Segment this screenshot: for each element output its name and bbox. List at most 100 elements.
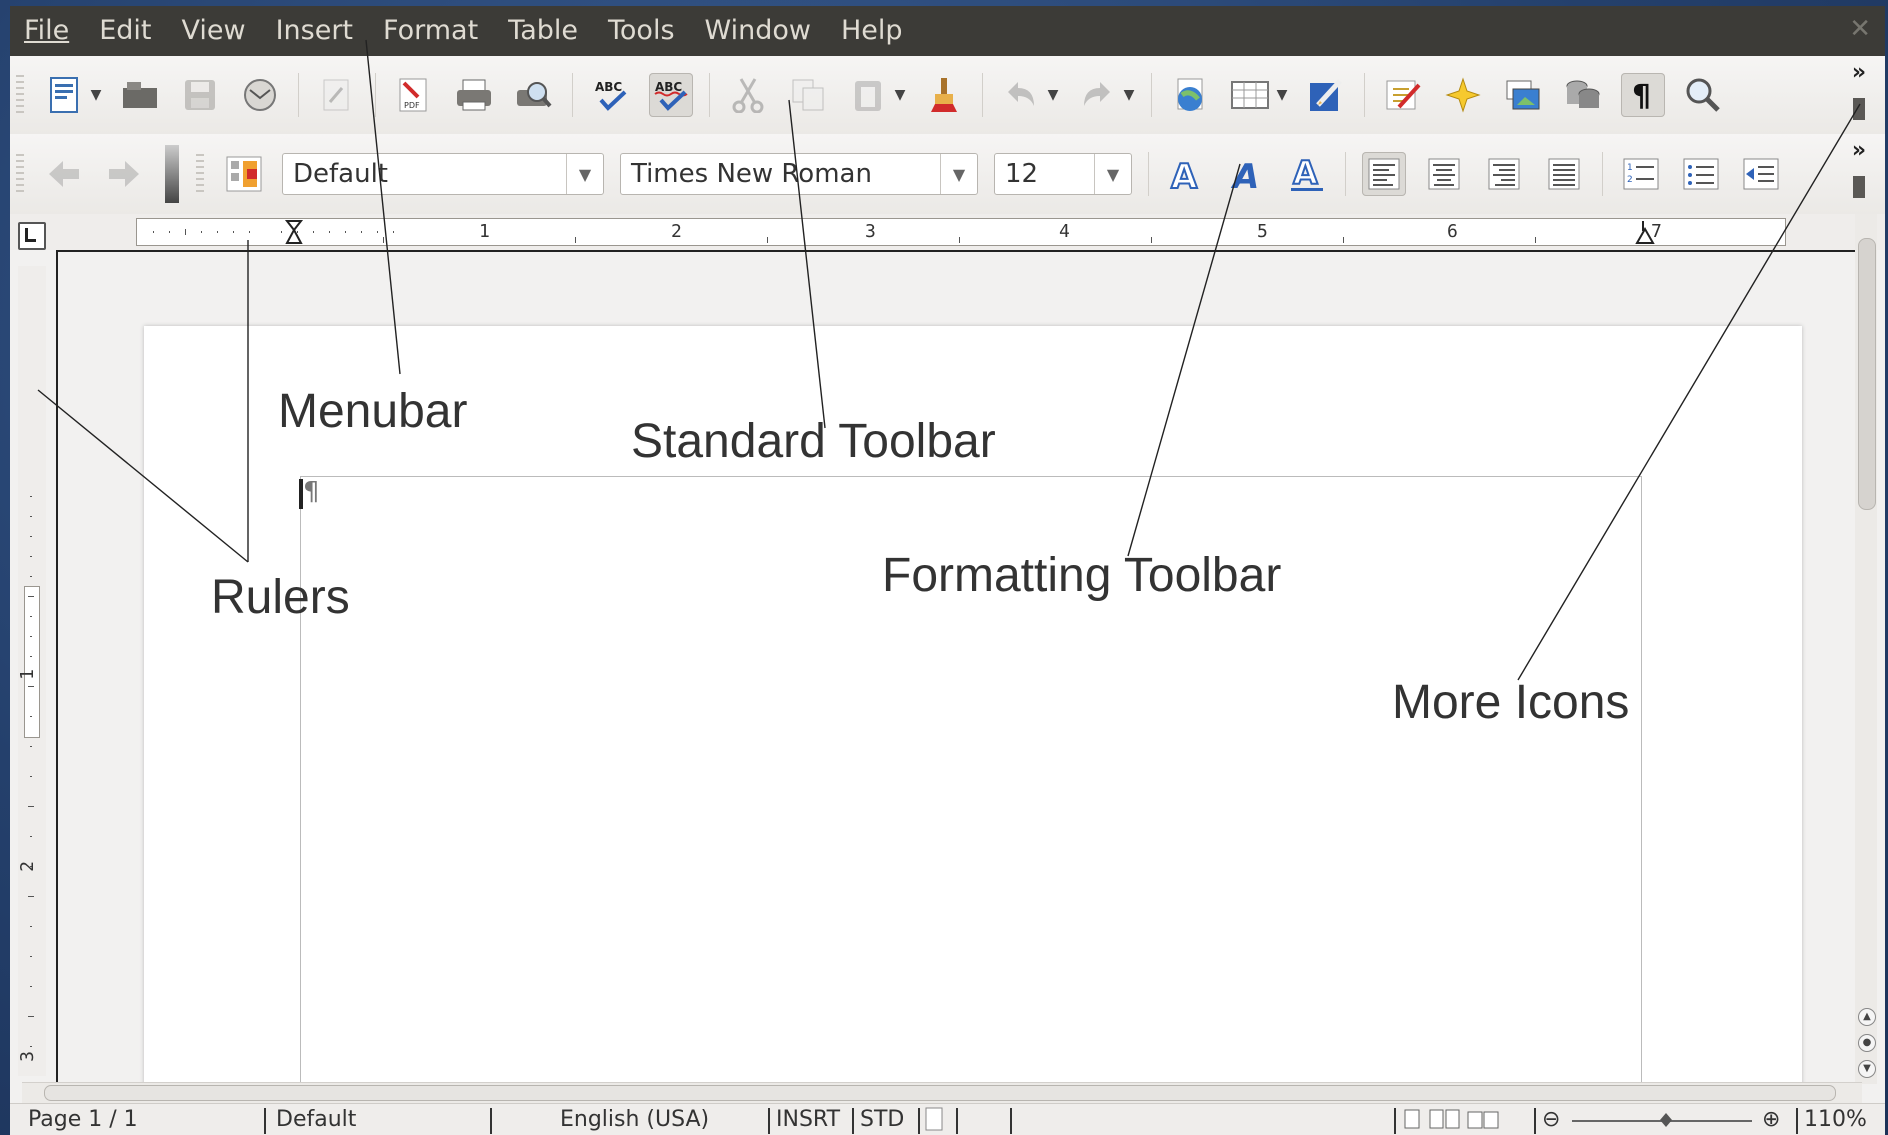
zoom-in-icon[interactable]: ⊕ xyxy=(1762,1107,1780,1132)
table-dropdown-arrow[interactable]: ▼ xyxy=(1274,87,1290,103)
autospellcheck-icon[interactable]: ABC xyxy=(649,73,693,117)
svg-text:A: A xyxy=(1171,157,1198,192)
export-pdf-icon[interactable]: PDF xyxy=(392,73,436,117)
insert-mode[interactable]: INSRT xyxy=(776,1107,840,1132)
italic-icon[interactable]: A xyxy=(1225,152,1269,196)
clone-formatting-icon[interactable] xyxy=(922,73,966,117)
next-page-icon[interactable]: ▼ xyxy=(1858,1060,1876,1078)
formatting-toolbar-more-icons[interactable]: » xyxy=(1849,140,1869,204)
new-document-icon[interactable] xyxy=(42,73,86,117)
menu-window[interactable]: Window xyxy=(690,6,826,56)
justify-icon[interactable] xyxy=(1542,152,1586,196)
bullets-icon[interactable] xyxy=(1679,152,1723,196)
close-document-icon[interactable]: ✕ xyxy=(1849,14,1871,44)
spellcheck-icon[interactable]: ABC xyxy=(589,73,633,117)
standard-toolbar-more-icons[interactable]: » xyxy=(1849,62,1869,126)
font-name-select[interactable]: Times New Roman ▼ xyxy=(620,153,978,195)
status-separator xyxy=(490,1108,492,1134)
ruler-number: 3 xyxy=(865,221,876,242)
menu-file[interactable]: File xyxy=(10,6,84,56)
vertical-ruler[interactable]: 1 2 3 xyxy=(17,266,46,1076)
toolbar-separator xyxy=(298,73,299,117)
chevron-down-icon[interactable]: ▼ xyxy=(940,154,977,194)
edit-file-icon[interactable] xyxy=(315,73,359,117)
ruler-number: 7 xyxy=(1651,221,1662,242)
horizontal-ruler[interactable]: 1 2 3 4 5 6 7 xyxy=(10,214,1885,250)
annotation-more-icons: More Icons xyxy=(1392,676,1630,729)
show-draw-functions-icon[interactable] xyxy=(1381,73,1425,117)
book-view-icon[interactable] xyxy=(1466,1106,1500,1135)
page-style[interactable]: Default xyxy=(276,1107,356,1132)
vertical-scroll-thumb[interactable] xyxy=(1858,238,1876,510)
single-page-view-icon[interactable] xyxy=(1402,1106,1422,1135)
navigation-icon[interactable]: ● xyxy=(1858,1034,1876,1052)
underline-icon[interactable]: A xyxy=(1285,152,1329,196)
formatting-marks-icon[interactable]: ¶ xyxy=(1621,73,1665,117)
menu-insert[interactable]: Insert xyxy=(261,6,368,56)
redo-icon[interactable] xyxy=(1075,73,1119,117)
numbering-icon[interactable]: 12 xyxy=(1619,152,1663,196)
menu-view[interactable]: View xyxy=(166,6,260,56)
toolbar-grip[interactable] xyxy=(16,154,24,194)
next-paragraph-icon[interactable] xyxy=(102,152,146,196)
draw-functions-icon[interactable] xyxy=(1304,73,1348,117)
font-size-select[interactable]: 12 ▼ xyxy=(994,153,1132,195)
navigator-icon[interactable] xyxy=(1441,73,1485,117)
paste-icon[interactable] xyxy=(846,73,890,117)
menu-help[interactable]: Help xyxy=(826,6,918,56)
undo-icon[interactable] xyxy=(999,73,1043,117)
paragraph-style-select[interactable]: Default ▼ xyxy=(282,153,604,195)
open-icon[interactable] xyxy=(118,73,162,117)
menu-tools[interactable]: Tools xyxy=(593,6,690,56)
previous-paragraph-icon[interactable] xyxy=(42,152,86,196)
menu-format[interactable]: Format xyxy=(368,6,493,56)
page-indicator[interactable]: Page 1 / 1 xyxy=(28,1107,138,1132)
tab-stop-selector-icon[interactable] xyxy=(18,222,46,250)
print-preview-icon[interactable] xyxy=(512,73,556,117)
paste-dropdown-arrow[interactable]: ▼ xyxy=(892,87,908,103)
data-sources-icon[interactable] xyxy=(1561,73,1605,117)
copy-icon[interactable] xyxy=(786,73,830,117)
toolbar-grip[interactable] xyxy=(196,154,204,194)
chevron-down-icon[interactable]: ▼ xyxy=(1094,154,1131,194)
document-area[interactable]: ¶ xyxy=(56,250,1858,1097)
toolbar-grip[interactable] xyxy=(16,75,24,115)
selection-mode[interactable]: STD xyxy=(860,1107,904,1132)
undo-dropdown-arrow[interactable]: ▼ xyxy=(1045,87,1061,103)
chevron-down-icon[interactable]: ▼ xyxy=(566,154,603,194)
decrease-indent-icon[interactable] xyxy=(1739,152,1783,196)
zoom-out-icon[interactable]: ⊖ xyxy=(1542,1107,1560,1132)
align-left-icon[interactable] xyxy=(1362,152,1406,196)
svg-text:A: A xyxy=(1230,157,1259,192)
hyperlink-icon[interactable] xyxy=(1168,73,1212,117)
save-icon[interactable] xyxy=(178,73,222,117)
paragraph-style-indicator[interactable] xyxy=(162,145,182,203)
toolbar-separator xyxy=(1151,73,1152,117)
annotation-formatting-toolbar: Formatting Toolbar xyxy=(882,549,1282,602)
zoom-icon[interactable] xyxy=(1681,73,1725,117)
ruler-strip[interactable]: 1 2 3 4 5 6 7 xyxy=(136,218,1786,246)
cut-icon[interactable] xyxy=(726,73,770,117)
table-icon[interactable] xyxy=(1228,73,1272,117)
language-indicator[interactable]: English (USA) xyxy=(560,1107,709,1132)
print-icon[interactable] xyxy=(452,73,496,117)
zoom-level[interactable]: 110% xyxy=(1804,1107,1867,1132)
menu-insert-label: Insert xyxy=(275,15,354,46)
previous-page-icon[interactable]: ▲ xyxy=(1858,1008,1876,1026)
status-separator xyxy=(1534,1108,1536,1134)
horizontal-scrollbar[interactable] xyxy=(22,1082,1862,1103)
zoom-slider-knob[interactable] xyxy=(1660,1113,1672,1127)
menu-table[interactable]: Table xyxy=(493,6,593,56)
horizontal-scroll-thumb[interactable] xyxy=(44,1085,1836,1101)
email-icon[interactable] xyxy=(238,73,282,117)
bold-icon[interactable]: A xyxy=(1165,152,1209,196)
styles-and-formatting-icon[interactable] xyxy=(222,152,266,196)
align-center-icon[interactable] xyxy=(1422,152,1466,196)
align-right-icon[interactable] xyxy=(1482,152,1526,196)
new-dropdown-arrow[interactable]: ▼ xyxy=(88,87,104,103)
redo-dropdown-arrow[interactable]: ▼ xyxy=(1121,87,1137,103)
gallery-icon[interactable] xyxy=(1501,73,1545,117)
multi-page-view-icon[interactable] xyxy=(1428,1106,1462,1135)
menu-edit[interactable]: Edit xyxy=(84,6,166,56)
vertical-scrollbar[interactable]: ▲ ● ▼ xyxy=(1855,214,1877,1084)
